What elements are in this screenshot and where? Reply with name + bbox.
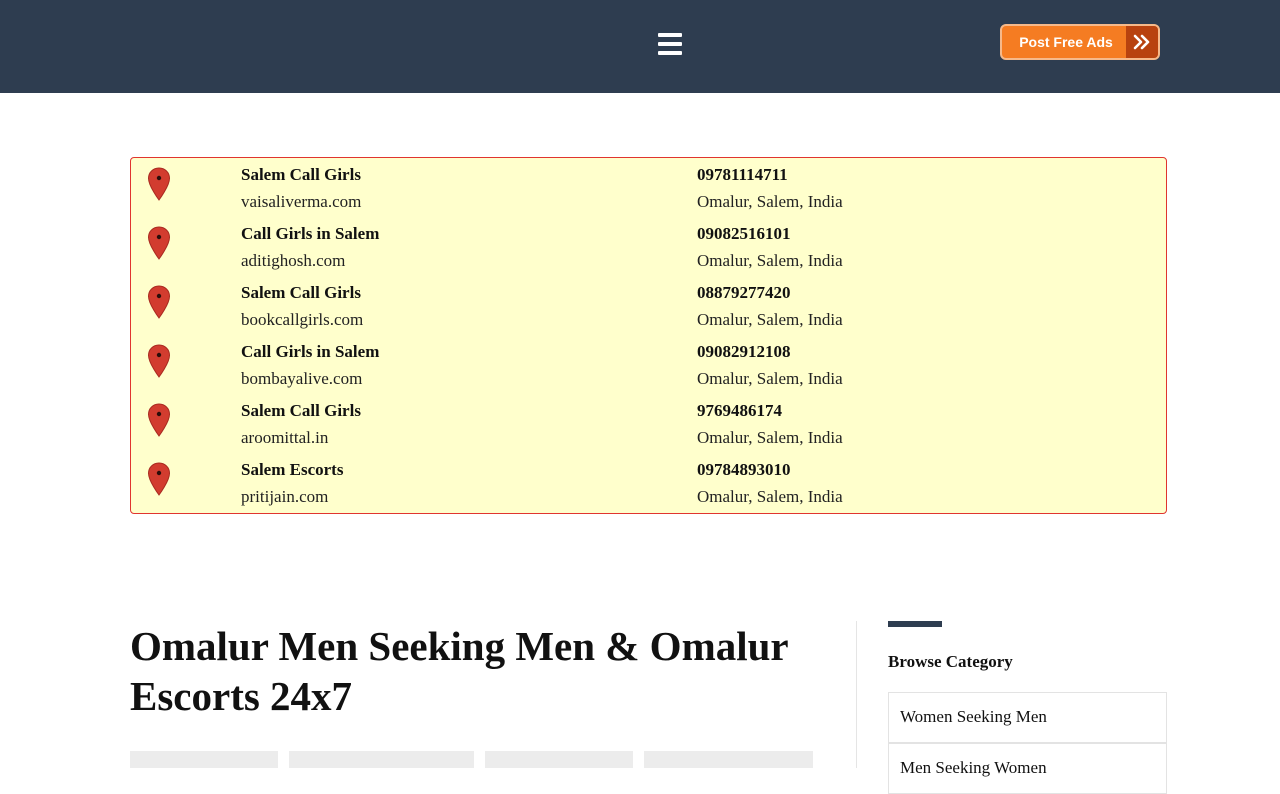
page-title: Omalur Men Seeking Men & Omalur Escorts … xyxy=(130,623,788,719)
listing-title[interactable]: Call Girls in Salem xyxy=(241,342,379,362)
post-free-ads-label: Post Free Ads xyxy=(1019,34,1113,50)
listing-title[interactable]: Salem Call Girls xyxy=(241,401,361,421)
listing-site: pritijain.com xyxy=(241,487,329,506)
filter-tab[interactable] xyxy=(644,751,813,768)
content-divider xyxy=(856,621,857,768)
listing-site: vaisaliverma.com xyxy=(241,192,362,211)
map-pin-icon xyxy=(147,285,171,319)
double-chevron-right-icon xyxy=(1126,26,1158,58)
sidebar-accent-bar xyxy=(888,621,942,627)
listing-phone: 09082912108 xyxy=(697,342,791,361)
filter-tab[interactable] xyxy=(485,751,633,768)
listing-row[interactable]: Call Girls in Salem aditighosh.com 09082… xyxy=(131,217,1166,275)
sidebar-heading: Browse Category xyxy=(888,652,1013,671)
listing-location: Omalur, Salem, India xyxy=(697,428,843,447)
listing-title[interactable]: Salem Call Girls xyxy=(241,283,361,303)
listing-site: bombayalive.com xyxy=(241,369,363,388)
listing-row[interactable]: Salem Call Girls aroomittal.in 976948617… xyxy=(131,394,1166,452)
listing-location: Omalur, Salem, India xyxy=(697,369,843,388)
map-pin-icon xyxy=(147,167,171,201)
filter-tab[interactable] xyxy=(289,751,474,768)
listing-phone: 09784893010 xyxy=(697,460,791,479)
top-navigation-bar: Post Free Ads xyxy=(0,0,1280,93)
listing-location: Omalur, Salem, India xyxy=(697,192,843,211)
featured-listings-box: Salem Call Girls vaisaliverma.com 097811… xyxy=(130,157,1167,514)
category-item-men-seeking-women[interactable]: Men Seeking Women xyxy=(888,743,1167,794)
hamburger-menu-icon[interactable] xyxy=(655,30,685,60)
listing-phone: 09781114711 xyxy=(697,165,788,184)
listing-phone: 09082516101 xyxy=(697,224,791,243)
map-pin-icon xyxy=(147,462,171,496)
map-pin-icon xyxy=(147,226,171,260)
filter-tab[interactable] xyxy=(130,751,278,768)
map-pin-icon xyxy=(147,403,171,437)
listing-site: bookcallgirls.com xyxy=(241,310,364,329)
listing-phone: 08879277420 xyxy=(697,283,791,302)
listing-row[interactable]: Salem Call Girls bookcallgirls.com 08879… xyxy=(131,276,1166,334)
map-pin-icon xyxy=(147,344,171,378)
listing-location: Omalur, Salem, India xyxy=(697,310,843,329)
listing-title[interactable]: Salem Call Girls xyxy=(241,165,361,185)
listing-site: aroomittal.in xyxy=(241,428,329,447)
category-item-women-seeking-men[interactable]: Women Seeking Men xyxy=(888,692,1167,743)
listing-row[interactable]: Call Girls in Salem bombayalive.com 0908… xyxy=(131,335,1166,393)
listing-title[interactable]: Salem Escorts xyxy=(241,460,343,480)
listing-location: Omalur, Salem, India xyxy=(697,487,843,506)
listing-row[interactable]: Salem Call Girls vaisaliverma.com 097811… xyxy=(131,158,1166,216)
listing-location: Omalur, Salem, India xyxy=(697,251,843,270)
listing-row[interactable]: Salem Escorts pritijain.com 09784893010 … xyxy=(131,453,1166,511)
listing-site: aditighosh.com xyxy=(241,251,346,270)
listing-phone: 9769486174 xyxy=(697,401,782,420)
listing-title[interactable]: Call Girls in Salem xyxy=(241,224,379,244)
post-free-ads-button[interactable]: Post Free Ads xyxy=(1000,24,1160,60)
